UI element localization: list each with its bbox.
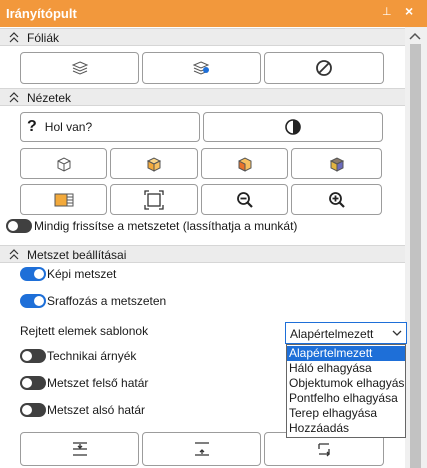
zoom-extents-icon: [144, 189, 164, 210]
toggle-knob: [34, 269, 44, 279]
contrast-icon: [285, 119, 301, 135]
zoom-out-button[interactable]: [201, 184, 288, 215]
question-icon: ?: [27, 118, 37, 135]
contrast-button[interactable]: [203, 112, 383, 142]
view-shaded-button[interactable]: [291, 148, 382, 179]
dropdown-option[interactable]: Alapértelmezett: [287, 346, 405, 361]
view-front-button[interactable]: [110, 148, 198, 179]
always-refresh-toggle[interactable]: [6, 219, 32, 233]
align-center-button[interactable]: [20, 432, 139, 466]
toggle-knob: [34, 296, 44, 306]
section-header-nezetek[interactable]: Nézetek: [0, 88, 405, 106]
pin-icon[interactable]: ⊥: [382, 5, 392, 18]
zoom-out-icon: [236, 191, 253, 208]
panel-title: Irányítópult: [6, 6, 77, 21]
cube-shaded-icon: [329, 156, 344, 172]
toggle-knob: [22, 378, 32, 388]
dropdown-option[interactable]: Terep elhagyása: [287, 406, 405, 421]
toggle-knob: [8, 221, 18, 231]
always-refresh-label: Mindig frissítse a metszetet (lassíthatj…: [34, 219, 298, 233]
felso-hatar-toggle[interactable]: [20, 376, 46, 390]
technikai-arnyek-toggle[interactable]: [20, 349, 46, 363]
align-bottom-icon: [194, 442, 209, 456]
film-strip-icon: [54, 193, 73, 206]
technikai-arnyek-label: Technikai árnyék: [47, 349, 137, 363]
kepi-metszet-label: Képi metszet: [47, 267, 117, 281]
chevron-down-icon: [392, 330, 402, 336]
section-header-folia[interactable]: Fóliák: [0, 28, 405, 46]
section-title-nezetek: Nézetek: [27, 91, 72, 105]
no-entry-button[interactable]: [264, 52, 384, 84]
dropdown-option[interactable]: Háló elhagyása: [287, 361, 405, 376]
rejtett-elemek-label: Rejtett elemek sablonok: [20, 324, 149, 338]
chevron-up-icon: [9, 92, 19, 103]
align-bottom-button[interactable]: [142, 432, 261, 466]
template-dropdown-list: Alapértelmezett Háló elhagyása Objektumo…: [286, 344, 406, 438]
zoom-extents-button[interactable]: [110, 184, 198, 215]
dropdown-option[interactable]: Pontfelho elhagyása: [287, 391, 405, 406]
close-icon[interactable]: ×: [405, 3, 413, 19]
template-select[interactable]: Alapértelmezett: [285, 322, 407, 344]
no-entry-icon: [316, 60, 332, 76]
dropdown-option[interactable]: Objektumok elhagyás: [287, 376, 405, 391]
section-title-metszet: Metszet beállításai: [27, 248, 127, 262]
layers-icon: [71, 61, 88, 75]
scrollbar-thumb[interactable]: [410, 44, 421, 468]
section-header-metszet[interactable]: Metszet beállításai: [0, 245, 405, 263]
toggle-knob: [22, 351, 32, 361]
layer-settings-icon: [192, 61, 209, 75]
sraffozas-label: Sraffozás a metszeten: [47, 294, 167, 308]
align-center-icon: [72, 442, 87, 456]
chevron-up-icon: [9, 249, 19, 260]
hol-van-label: Hol van?: [44, 120, 93, 134]
kepi-metszet-toggle[interactable]: [20, 267, 46, 281]
layer-settings-button[interactable]: [142, 52, 261, 84]
view-cube-button[interactable]: [20, 148, 107, 179]
sraffozas-toggle[interactable]: [20, 294, 46, 308]
also-hatar-toggle[interactable]: [20, 403, 46, 417]
toggle-knob: [22, 405, 32, 415]
dropdown-option[interactable]: Hozzáadás: [287, 421, 405, 436]
template-select-value: Alapértelmezett: [290, 327, 374, 341]
felso-hatar-label: Metszet felső határ: [47, 376, 149, 390]
cube-icon: [57, 156, 70, 172]
cube-front-icon: [146, 156, 162, 172]
film-strip-button[interactable]: [20, 184, 107, 215]
flip-icon: [318, 443, 330, 457]
view-section-button[interactable]: [201, 148, 288, 179]
zoom-in-button[interactable]: [291, 184, 382, 215]
cube-section-icon: [238, 156, 251, 172]
chevron-up-icon: [9, 32, 19, 43]
also-hatar-label: Metszet alsó határ: [47, 403, 146, 417]
zoom-in-icon: [328, 191, 345, 208]
hol-van-button[interactable]: ? Hol van?: [20, 112, 200, 142]
section-title-folia: Fóliák: [27, 31, 60, 45]
panel-titlebar: Irányítópult ⊥ ×: [0, 0, 427, 27]
layers-button[interactable]: [20, 52, 139, 84]
scroll-up-arrow-icon[interactable]: [409, 31, 421, 41]
